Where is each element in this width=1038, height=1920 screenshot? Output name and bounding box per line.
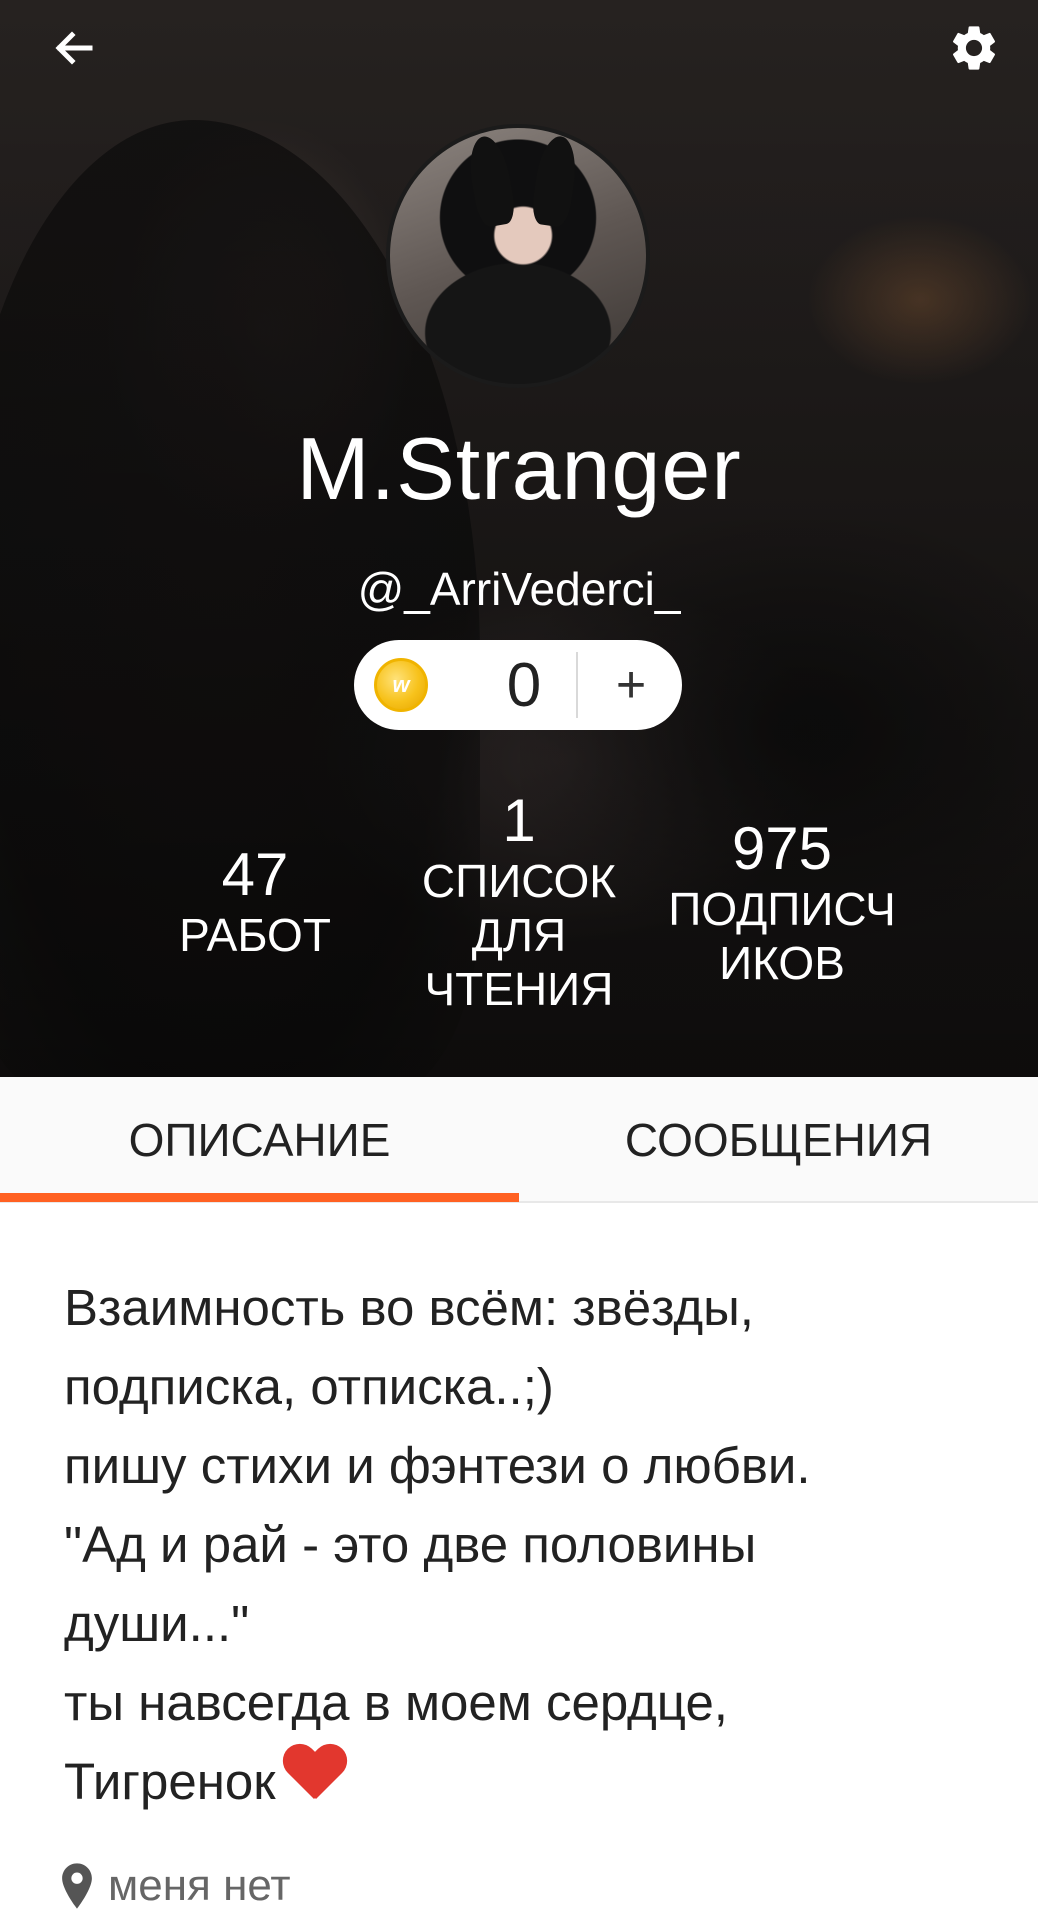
red-heart-emoji xyxy=(282,1745,346,1803)
coins-widget[interactable]: w 0 + xyxy=(354,640,682,730)
description-line: подписка, отписка..;) xyxy=(64,1358,554,1415)
followers-label-line: ПОДПИСЧ xyxy=(668,883,896,935)
location-text: меня нет xyxy=(108,1861,291,1910)
description-line: души..." xyxy=(64,1595,250,1652)
description-line: Тигренок xyxy=(64,1753,276,1810)
description-line: "Ад и рай - это две половины xyxy=(64,1516,757,1573)
description-line: ты навсегда в моем сердце, xyxy=(64,1674,728,1731)
description-line: Взаимность во всём: звёзды, xyxy=(64,1279,754,1336)
stat-works[interactable]: 47 РАБОТ xyxy=(160,842,350,962)
coin-divider xyxy=(576,652,578,718)
description-line: пишу стихи и фэнтези о любви. xyxy=(64,1437,811,1494)
settings-button[interactable] xyxy=(938,12,1010,84)
reading-lists-label-line: ЧТЕНИЯ xyxy=(424,963,614,1015)
back-button[interactable] xyxy=(38,12,110,84)
description-line-last: Тигренок xyxy=(64,1742,984,1821)
reading-lists-label-line: ДЛЯ xyxy=(471,909,567,961)
stat-followers[interactable]: 975 ПОДПИСЧ ИКОВ xyxy=(652,816,912,990)
avatar[interactable] xyxy=(386,124,650,388)
works-label: РАБОТ xyxy=(179,909,331,961)
location: меня нет xyxy=(60,1852,291,1920)
coin-count: 0 xyxy=(506,651,542,720)
username: @_ArriVederci_ xyxy=(357,563,681,615)
arrow-left-icon xyxy=(55,31,93,65)
works-count: 47 xyxy=(221,841,289,908)
followers-count: 975 xyxy=(731,815,833,882)
add-coins-button[interactable]: + xyxy=(580,644,682,726)
reading-lists-label-line: СПИСОК xyxy=(421,855,617,907)
stat-reading-lists[interactable]: 1 СПИСОК ДЛЯ ЧТЕНИЯ xyxy=(410,788,628,1016)
reading-lists-count: 1 xyxy=(502,787,536,854)
followers-label-line: ИКОВ xyxy=(719,937,845,989)
wattpad-coin-icon: w xyxy=(374,658,428,712)
tab-messages[interactable]: СООБЩЕНИЯ xyxy=(519,1077,1038,1203)
profile-tabs: ОПИСАНИЕ СООБЩЕНИЯ xyxy=(0,1077,1038,1203)
location-pin-icon xyxy=(62,1863,92,1909)
active-tab-indicator xyxy=(0,1193,519,1202)
profile-description: Взаимность во всём: звёзды, подписка, от… xyxy=(64,1268,984,1821)
gear-icon xyxy=(952,26,996,70)
avatar-detail xyxy=(464,133,518,229)
display-name: M.Stranger xyxy=(296,419,742,518)
avatar-detail xyxy=(529,133,581,229)
tab-about[interactable]: ОПИСАНИЕ xyxy=(0,1077,519,1203)
profile-header: M.Stranger @_ArriVederci_ w 0 + 47 РАБОТ… xyxy=(0,0,1038,1077)
